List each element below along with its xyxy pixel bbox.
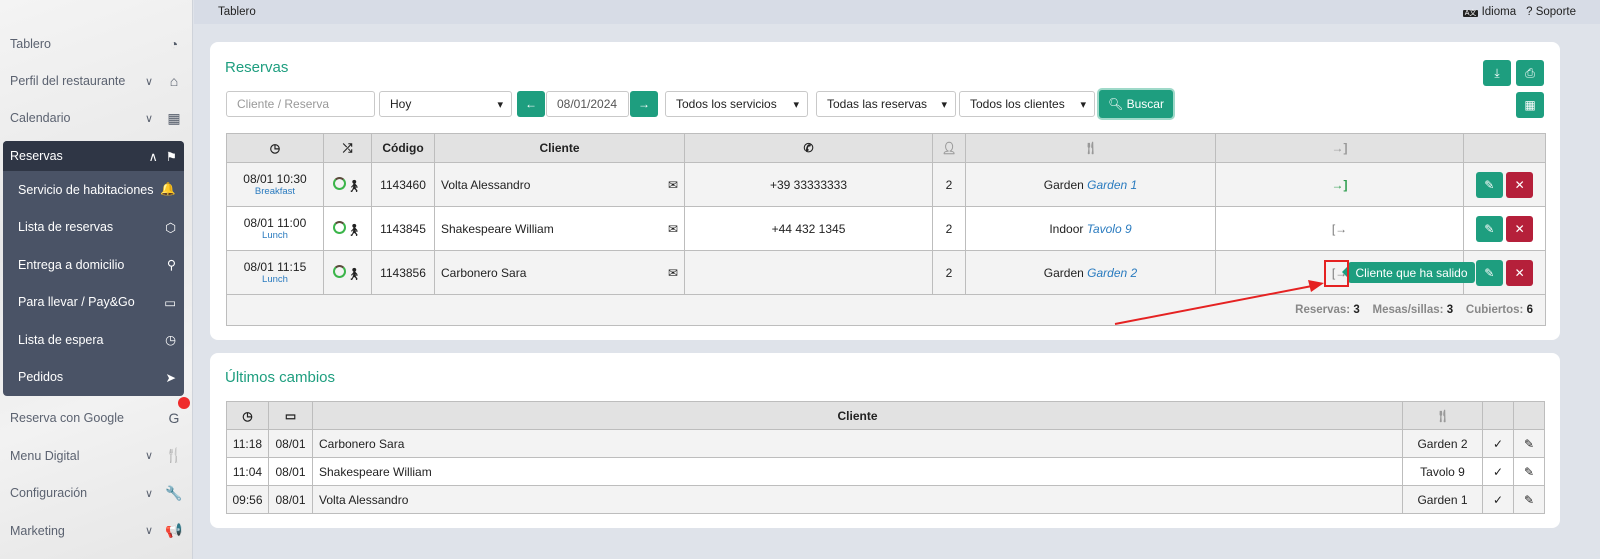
annotation-arrow: [1114, 280, 1324, 325]
